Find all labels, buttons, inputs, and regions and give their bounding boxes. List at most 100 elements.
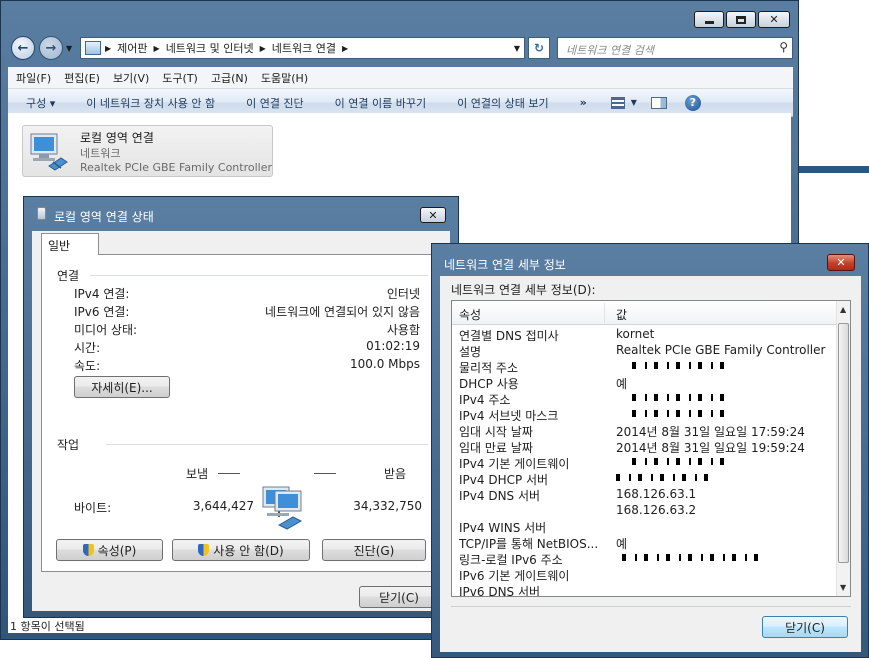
property-name: IPv4 주소 [459, 393, 511, 407]
ipv6-connectivity-label: IPv6 연결: [74, 305, 130, 319]
redacted-value-mask [632, 410, 732, 417]
sent-label: 보냄 [186, 467, 209, 481]
menu-view[interactable]: 보기(V) [113, 70, 149, 86]
chevron-right-icon[interactable]: ▶ [342, 44, 348, 53]
search-input[interactable]: 네트워크 연결 검색 ⚲ [557, 37, 793, 59]
disable-device-button[interactable]: 이 네트워크 장치 사용 안 함 [86, 95, 215, 111]
menu-tools[interactable]: 도구(T) [162, 70, 198, 86]
close-button[interactable]: 닫기(C) [762, 616, 848, 638]
view-options-icon[interactable] [610, 96, 625, 109]
chevron-right-icon[interactable]: ▶ [154, 44, 160, 53]
rename-button[interactable]: 이 연결 이름 바꾸기 [335, 95, 426, 111]
more-commands-button[interactable]: » [580, 96, 587, 109]
list-item[interactable]: IPv4 서브넷 마스크 [452, 407, 838, 423]
list-item[interactable]: 물리적 주소 [452, 359, 838, 375]
scroll-up-icon[interactable]: ▲ [840, 305, 846, 314]
list-item[interactable]: IPv4 WINS 서버 [452, 519, 838, 535]
ipv4-connectivity-label: IPv4 연결: [74, 287, 130, 301]
ipv4-connectivity-value: 인터넷 [386, 287, 420, 301]
menu-help[interactable]: 도움말(H) [261, 70, 308, 86]
back-arrow-icon: ← [17, 40, 29, 56]
minimize-button[interactable] [694, 11, 724, 28]
list-item[interactable]: IPv4 기본 게이트웨이 [452, 455, 838, 471]
view-dropdown-icon[interactable]: ▼ [631, 98, 637, 107]
diagnose-button[interactable]: 진단(G) [322, 539, 426, 561]
dialog-close-button[interactable]: ✕ [420, 207, 446, 223]
properties-button[interactable]: 속성(P) [56, 539, 163, 561]
back-button[interactable]: ← [11, 36, 35, 60]
organize-button[interactable]: 구성 ▾ [26, 95, 55, 111]
recent-pages-dropdown[interactable]: ▼ [66, 44, 72, 53]
list-item[interactable]: DHCP 사용 예 [452, 375, 838, 391]
list-item[interactable]: 임대 만료 날짜 2014년 8월 31일 일요일 19:59:24 [452, 439, 838, 455]
forward-button[interactable]: → [39, 36, 63, 60]
chevron-right-icon[interactable]: ▶ [105, 44, 111, 53]
vertical-scrollbar[interactable]: ▲ ▼ [836, 301, 850, 596]
connection-status-dialog: 로컬 영역 연결 상태 ✕ 일반 연결 IPv4 연결: 인터넷 IPv6 연결… [23, 196, 459, 618]
background-window-edge [799, 166, 869, 173]
network-connection-icon [30, 133, 68, 171]
column-header-value[interactable]: 값 [616, 306, 627, 323]
list-item[interactable]: 168.126.63.2 [452, 503, 838, 519]
disable-button[interactable]: 사용 안 함(D) [172, 539, 310, 561]
list-item[interactable]: 설명 Realtek PCIe GBE Family Controller [452, 343, 838, 359]
column-divider[interactable] [604, 303, 605, 323]
address-bar[interactable]: ▶ 제어판 ▶ 네트워크 및 인터넷 ▶ 네트워크 연결 ▶ ▼ [80, 37, 525, 59]
chevron-right-icon[interactable]: ▶ [260, 44, 266, 53]
maximize-button[interactable] [726, 11, 756, 28]
breadcrumb-control-panel[interactable]: 제어판 [117, 40, 147, 56]
refresh-button[interactable]: ↻ [528, 37, 550, 59]
details-list[interactable]: 속성 값 연결별 DNS 접미사 kornet 설명 Realtek PCIe GBE… [451, 300, 851, 597]
connection-group-label: 연결 [57, 269, 80, 283]
connection-item[interactable]: 로컬 영역 연결 네트워크 Realtek PCIe GBE Family Co… [22, 125, 273, 177]
diagnose-button[interactable]: 이 연결 진단 [246, 95, 304, 111]
property-name: 링크-로컬 IPv6 주소 [459, 553, 563, 567]
close-button[interactable]: 닫기(C) [359, 586, 439, 608]
list-item[interactable]: 링크-로컬 IPv6 주소 [452, 551, 838, 567]
bytes-received-value: 34,332,750 [353, 499, 422, 513]
media-state-value: 사용함 [386, 323, 420, 337]
property-value: 예 [616, 377, 628, 391]
close-button[interactable]: ✕ [758, 11, 790, 28]
search-icon[interactable]: ⚲ [779, 40, 788, 54]
dialog-body: 일반 연결 IPv4 연결: 인터넷 IPv6 연결: 네트워크에 연결되어 있… [32, 231, 450, 611]
column-header-property[interactable]: 속성 [459, 306, 481, 323]
redacted-value-mask [632, 458, 732, 465]
minimize-icon [704, 21, 714, 24]
menu-file[interactable]: 파일(F) [16, 70, 51, 86]
property-name: IPv4 DHCP 서버 [459, 473, 549, 487]
duration-label: 시간: [74, 341, 101, 355]
list-item[interactable]: 임대 시작 날짜 2014년 8월 31일 일요일 17:59:24 [452, 423, 838, 439]
list-item[interactable]: 연결별 DNS 접미사 kornet [452, 327, 838, 343]
preview-pane-icon[interactable] [650, 96, 667, 109]
address-dropdown-icon[interactable]: ▼ [514, 44, 520, 53]
close-icon: ✕ [428, 208, 438, 222]
list-item[interactable]: IPv4 DHCP 서버 [452, 471, 838, 487]
close-icon: ✕ [836, 256, 846, 269]
activity-group-label: 작업 [57, 438, 80, 452]
redacted-value-mask [616, 474, 716, 481]
property-value: 예 [616, 537, 628, 551]
list-item[interactable]: IPv6 DNS 서버 [452, 583, 838, 596]
list-item[interactable]: IPv6 기본 게이트웨이 [452, 567, 838, 583]
details-caption: 네트워크 연결 세부 정보(D): [451, 283, 596, 297]
list-item[interactable]: IPv4 주소 [452, 391, 838, 407]
property-name: IPv6 기본 게이트웨이 [459, 569, 570, 583]
scroll-down-icon[interactable]: ▼ [840, 583, 846, 592]
menu-edit[interactable]: 편집(E) [64, 70, 100, 86]
sent-line [218, 473, 240, 474]
close-icon: ✕ [769, 13, 779, 26]
list-item[interactable]: TCP/IP를 통해 NetBIOS... 예 [452, 535, 838, 551]
uac-shield-icon [198, 544, 210, 556]
menu-advanced[interactable]: 고급(N) [211, 70, 248, 86]
details-button[interactable]: 자세히(E)... [74, 376, 170, 398]
help-icon[interactable]: ? [684, 94, 701, 111]
dialog-close-button[interactable]: ✕ [827, 254, 855, 271]
list-item[interactable]: IPv4 DNS 서버 168.126.63.1 [452, 487, 838, 503]
address-row: ← → ▼ ▶ 제어판 ▶ 네트워크 및 인터넷 ▶ 네트워크 연결 ▶ ▼ ↻… [8, 35, 793, 61]
scroll-thumb[interactable] [838, 323, 849, 563]
tab-general[interactable]: 일반 [41, 233, 99, 255]
breadcrumb-network-connections[interactable]: 네트워크 연결 [272, 40, 336, 56]
view-status-button[interactable]: 이 연결의 상태 보기 [457, 95, 548, 111]
breadcrumb-network-internet[interactable]: 네트워크 및 인터넷 [166, 40, 254, 56]
